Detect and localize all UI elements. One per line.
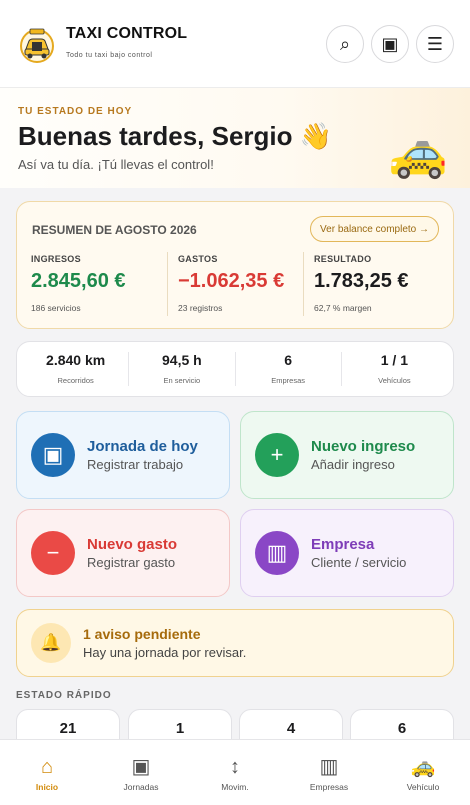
action-title: Jornada de hoy: [87, 438, 198, 455]
home-icon: ⌂: [40, 756, 54, 778]
income-value: 2.845,60 €: [31, 270, 126, 292]
action-title: Nuevo ingreso: [311, 438, 416, 455]
action-subtitle: Cliente / servicio: [311, 555, 407, 570]
taxi-icon: 🚕: [410, 756, 436, 778]
expenses-value: −1.062,35 €: [178, 270, 285, 292]
summary-income: INGRESOS 2.845,60 € 186 servicios: [31, 252, 167, 316]
action-subtitle: Registrar trabajo: [87, 457, 184, 472]
summary-label: RESULTADO: [314, 254, 372, 264]
stat-value: 94,5 h: [162, 352, 202, 368]
building-icon: ▥: [319, 756, 339, 778]
clipboard-icon: ▣: [31, 433, 75, 477]
stat-label: Vehículos: [378, 376, 411, 385]
bottom-navigation: ⌂ Inicio ▣ Jornadas ↕ Movim. ▥ Empresas …: [0, 739, 470, 805]
wallet-icon: ▣: [381, 33, 399, 54]
stats-strip: 2.840 km Recorridos 94,5 h En servicio 6…: [16, 341, 454, 397]
nav-label: Vehículo: [406, 782, 440, 792]
hero-kicker: TU ESTADO DE HOY: [18, 106, 133, 117]
menu-button[interactable]: ☰: [416, 25, 454, 63]
stat-value: 6: [284, 352, 293, 368]
stat-label: En servicio: [163, 376, 201, 385]
nav-label: Jornadas: [123, 782, 159, 792]
summary-expenses: GASTOS −1.062,35 € 23 registros: [167, 252, 303, 316]
notice-title: 1 aviso pendiente: [83, 626, 201, 642]
stat-label: Recorridos: [57, 376, 94, 385]
todays-shift-card[interactable]: ▣ Jornada de hoy Registrar trabajo: [16, 411, 230, 499]
stat-vehicles: 1 / 1 Vehículos: [340, 352, 447, 386]
search-button[interactable]: ⌕: [326, 25, 364, 63]
minus-icon: −: [31, 531, 75, 575]
action-subtitle: Registrar gasto: [87, 555, 176, 570]
stat-hours: 94,5 h En servicio: [128, 352, 234, 386]
nav-shifts[interactable]: ▣ Jornadas: [94, 740, 188, 805]
bell-icon: 🔔: [31, 623, 71, 663]
building-icon: ▥: [255, 531, 299, 575]
summary-title: RESUMEN DE AGOSTO 2026: [32, 223, 197, 237]
taxi-illustration-icon: 🚕: [388, 127, 448, 180]
nav-home[interactable]: ⌂ Inicio: [0, 740, 94, 805]
nav-label: Inicio: [35, 782, 59, 792]
app-header: TAXI CONTROL Todo tu taxi bajo control ⌕…: [0, 0, 470, 88]
greeting-hero: TU ESTADO DE HOY Buenas tardes, Sergio 👋…: [0, 88, 470, 188]
nav-label: Movim.: [221, 782, 249, 792]
new-expense-card[interactable]: − Nuevo gasto Registrar gasto: [16, 509, 230, 597]
stat-value: 2.840 km: [46, 352, 106, 368]
search-icon: ⌕: [339, 33, 351, 54]
monthly-summary-card: RESUMEN DE AGOSTO 2026 Ver balance compl…: [16, 201, 454, 329]
pending-notice[interactable]: 🔔 1 aviso pendiente Hay una jornada por …: [16, 609, 454, 677]
menu-icon: ☰: [426, 33, 444, 54]
calendar-icon: ▣: [131, 756, 151, 778]
action-subtitle: Añadir ingreso: [311, 457, 395, 472]
summary-result: RESULTADO 1.783,25 € 62,7 % margen: [303, 252, 439, 316]
nav-movements[interactable]: ↕ Movim.: [188, 740, 282, 805]
taxi-sign-logo-icon: [20, 28, 54, 63]
action-title: Empresa: [311, 536, 375, 553]
action-title: Nuevo gasto: [87, 536, 178, 553]
company-card[interactable]: ▥ Empresa Cliente / servicio: [240, 509, 454, 597]
nav-vehicle[interactable]: 🚕 Vehículo: [376, 740, 470, 805]
greeting-title: Buenas tardes, Sergio 👋: [18, 121, 333, 151]
summary-note: 62,7 % margen: [314, 303, 372, 313]
plus-icon: +: [255, 433, 299, 477]
summary-note: 186 servicios: [31, 303, 81, 313]
stat-distance: 2.840 km Recorridos: [23, 352, 128, 386]
app-tagline: Todo tu taxi bajo control: [66, 52, 153, 59]
new-income-card[interactable]: + Nuevo ingreso Añadir ingreso: [240, 411, 454, 499]
nav-companies[interactable]: ▥ Empresas: [282, 740, 376, 805]
nav-label: Empresas: [309, 782, 349, 792]
summary-note: 23 registros: [178, 303, 223, 313]
greeting-subtitle: Así va tu día. ¡Tú llevas el control!: [18, 157, 214, 172]
notice-subtitle: Hay una jornada por revisar.: [83, 645, 247, 660]
summary-label: INGRESOS: [31, 254, 81, 264]
stat-label: Empresas: [271, 376, 305, 385]
summary-label: GASTOS: [178, 254, 218, 264]
stat-companies: 6 Empresas: [234, 352, 341, 386]
view-balance-button[interactable]: Ver balance completo →: [310, 216, 439, 242]
quick-status-label: ESTADO RÁPIDO: [16, 690, 112, 701]
result-value: 1.783,25 €: [314, 270, 409, 292]
transfer-icon: ↕: [230, 756, 240, 778]
stat-value: 1 / 1: [380, 352, 408, 368]
app-title: TAXI CONTROL: [66, 25, 188, 42]
wallet-button[interactable]: ▣: [371, 25, 409, 63]
